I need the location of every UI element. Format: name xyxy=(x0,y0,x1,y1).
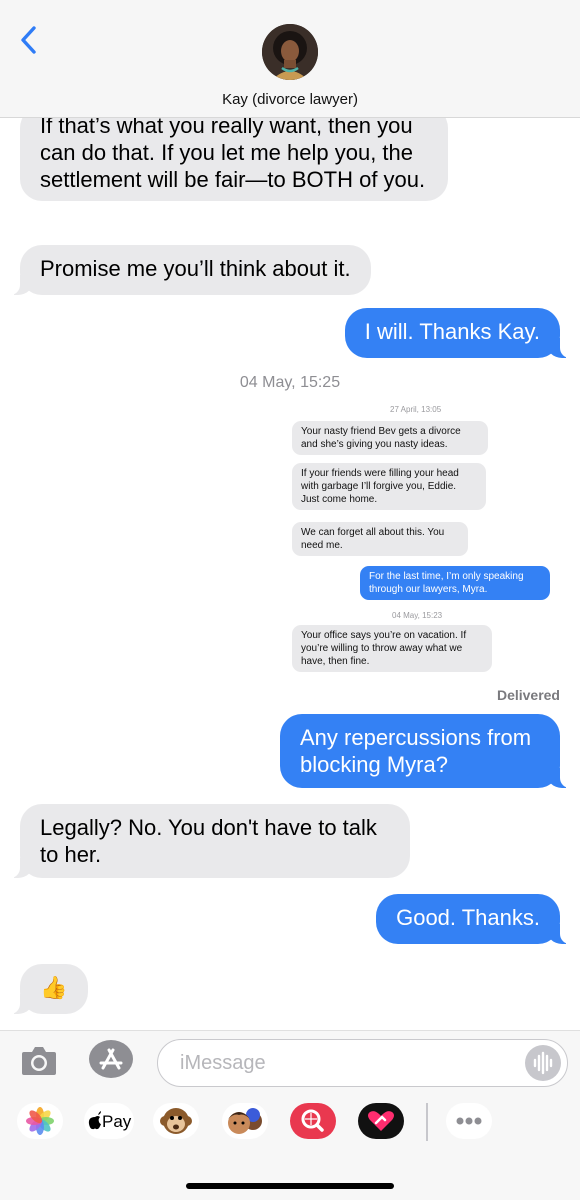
message-text: I will. Thanks Kay. xyxy=(364,319,540,344)
animoji-app-button[interactable] xyxy=(153,1103,199,1139)
timestamp: 04 May, 15:25 xyxy=(239,374,341,391)
message-text: Promise me you’ll think about it. xyxy=(40,256,351,281)
camera-icon xyxy=(22,1047,56,1075)
apple-pay-button[interactable]: Pay xyxy=(84,1103,134,1139)
attachment-message-text: For the last time, I’m only speaking thr… xyxy=(369,571,524,595)
more-icon xyxy=(456,1117,482,1125)
photos-icon xyxy=(26,1107,54,1135)
attachment-message: Your nasty friend Bev gets a divorce and… xyxy=(292,421,488,455)
message-input[interactable]: iMessage xyxy=(157,1039,568,1087)
attachment-timestamp: 04 May, 15:23 xyxy=(392,611,443,620)
attachment-message: We can forget all about this. You need m… xyxy=(292,522,468,556)
home-indicator[interactable] xyxy=(186,1183,394,1189)
contact-name[interactable]: Kay (divorce lawyer) xyxy=(0,91,580,108)
attached-screenshot[interactable]: 27 April, 13:05 Your nasty friend Bev ge… xyxy=(280,398,552,680)
outgoing-message[interactable]: Good. Thanks. xyxy=(376,894,570,944)
chevron-left-icon xyxy=(21,26,36,54)
apple-pay-label: Pay xyxy=(102,1112,132,1131)
incoming-message[interactable]: If that’s what you really want, then you… xyxy=(20,118,448,201)
memoji-icon xyxy=(228,1108,262,1134)
incoming-message[interactable]: Promise me you’ll think about it. xyxy=(10,245,371,295)
image-search-app-button[interactable] xyxy=(290,1103,336,1139)
thumbs-up-emoji: 👍 xyxy=(40,975,68,1000)
audio-record-button[interactable] xyxy=(525,1045,561,1081)
memoji-app-button[interactable] xyxy=(222,1103,268,1139)
attachment-message-text: We can forget all about this. You need m… xyxy=(301,527,445,551)
attachment-message: Your office says you’re on vacation. If … xyxy=(292,625,492,672)
outgoing-message[interactable]: I will. Thanks Kay. xyxy=(344,308,571,358)
attachment-message-text: If your friends were filling your head w… xyxy=(301,468,459,505)
attachment-message: For the last time, I’m only speaking thr… xyxy=(360,566,550,600)
photos-app-button[interactable] xyxy=(17,1103,63,1139)
message-text: Good. Thanks. xyxy=(396,905,540,930)
app-store-button[interactable] xyxy=(88,1039,134,1079)
app-drawer-divider xyxy=(426,1103,428,1141)
message-text: Legally? No. You don't have to talk to h… xyxy=(40,815,377,867)
back-button[interactable] xyxy=(14,22,44,58)
conversation-header: Kay (divorce lawyer) xyxy=(0,0,580,118)
digital-touch-icon xyxy=(358,1103,404,1139)
monkey-memoji-icon xyxy=(160,1108,192,1134)
message-text: If that’s what you really want, then you… xyxy=(40,118,426,192)
delivered-status: Delivered xyxy=(496,687,560,703)
message-list[interactable]: If that’s what you really want, then you… xyxy=(0,118,580,1030)
message-input-placeholder: iMessage xyxy=(180,1052,266,1074)
avatar-photo xyxy=(262,24,318,80)
attachment-message-text: Your nasty friend Bev gets a divorce and… xyxy=(301,426,461,450)
message-text: Any repercussions from blocking Myra? xyxy=(300,725,532,777)
apple-pay-icon xyxy=(88,1111,101,1130)
more-apps-button[interactable] xyxy=(446,1103,492,1139)
contact-avatar[interactable] xyxy=(262,24,318,80)
audio-waveform-icon xyxy=(533,1051,553,1075)
input-bar: iMessage Pay xyxy=(0,1030,580,1200)
camera-button[interactable] xyxy=(20,1043,58,1077)
outgoing-message[interactable]: Any repercussions from blocking Myra? xyxy=(280,714,570,788)
digital-touch-app-button[interactable] xyxy=(358,1103,404,1139)
incoming-message[interactable]: 👍 xyxy=(10,964,88,1014)
incoming-message[interactable]: Legally? No. You don't have to talk to h… xyxy=(10,804,410,878)
image-search-icon xyxy=(290,1103,336,1139)
attachment-message: If your friends were filling your head w… xyxy=(292,463,486,510)
attachment-message-text: Your office says you’re on vacation. If … xyxy=(301,630,467,667)
attachment-timestamp: 27 April, 13:05 xyxy=(390,405,442,414)
app-store-icon xyxy=(89,1040,133,1078)
